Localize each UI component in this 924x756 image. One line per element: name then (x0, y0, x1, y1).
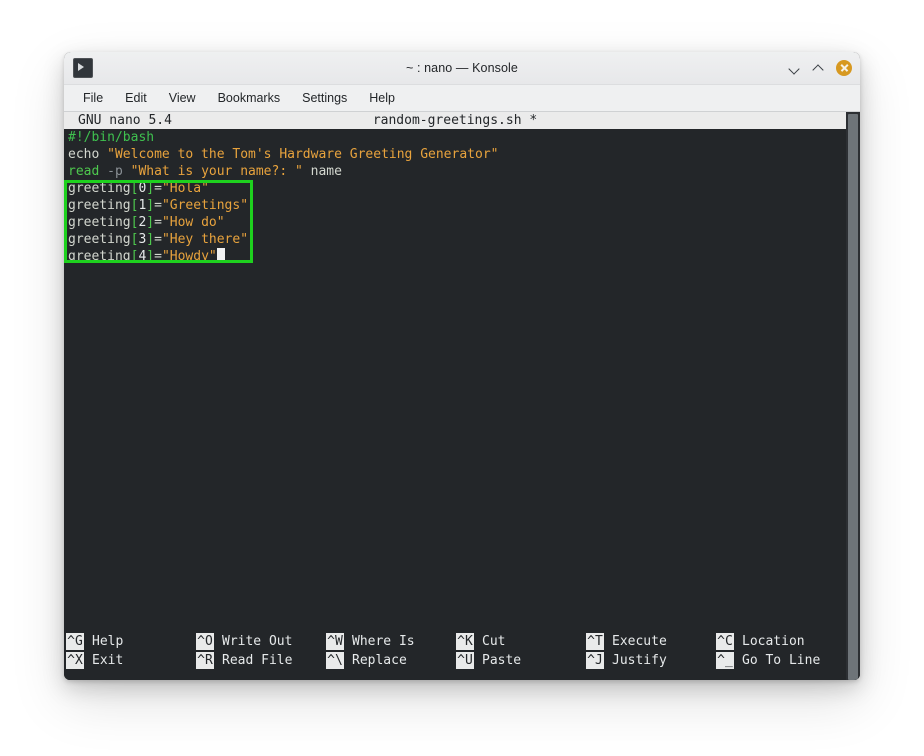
code-token: greeting (68, 232, 131, 247)
shortcut-key: ^G (66, 633, 84, 650)
shortcut-label: Execute (612, 634, 667, 649)
code-token: = (154, 181, 162, 196)
shortcut-key: ^O (196, 633, 214, 650)
code-token: greeting (68, 181, 131, 196)
shortcut-label: Go To Line (742, 653, 821, 668)
code-token: greeting (68, 249, 131, 264)
shortcut-key: ^X (66, 652, 84, 669)
shortcut-replace[interactable]: ^\ Replace (326, 651, 456, 670)
shortcut-go-to-line[interactable]: ^_ Go To Line (716, 651, 846, 670)
window-controls (788, 52, 852, 84)
shortcut-key: ^K (456, 633, 474, 650)
shortcut-where-is[interactable]: ^W Where Is (326, 632, 456, 651)
shortcut-key: ^J (586, 652, 604, 669)
screenshot-root: ~ : nano — Konsole File Edit View Bookma… (0, 0, 924, 756)
shortcut-label: Justify (612, 653, 667, 668)
shortcut-key: ^W (326, 633, 344, 650)
code-token: = (154, 232, 162, 247)
code-token: ] (146, 232, 155, 247)
scrollbar-thumb[interactable] (848, 114, 858, 680)
menu-item-view[interactable]: View (158, 88, 207, 108)
shortcut-label: Location (742, 634, 805, 649)
shortcut-label: Where Is (352, 634, 415, 649)
code-token: = (154, 249, 162, 264)
shortcut-exit[interactable]: ^X Exit (66, 651, 196, 670)
terminal-content[interactable]: GNU nano 5.4 random-greetings.sh * #!/bi… (64, 112, 860, 680)
code-line-greeting-1[interactable]: greeting[1]="Greetings" (66, 197, 860, 214)
code-token: name (302, 164, 342, 179)
shortcut-row-primary: ^G Help ^O Write Out ^W Where Is ^K Cut ^T Execut… (64, 632, 860, 651)
code-token: ] (146, 198, 155, 213)
code-line-read-name[interactable]: read -p "What is your name?: " name (66, 163, 860, 180)
code-token: "Greetings" (161, 198, 249, 213)
code-token: #!/bin/bash (68, 130, 155, 145)
code-token: "Welcome to the Tom's Hardware Greeting … (107, 147, 499, 162)
shortcut-cut[interactable]: ^K Cut (456, 632, 586, 651)
code-line-shebang[interactable]: #!/bin/bash (66, 129, 860, 146)
code-token: ] (146, 249, 155, 264)
shortcut-key: ^_ (716, 652, 734, 669)
code-token: "Howdy" (161, 249, 217, 264)
shortcut-read-file[interactable]: ^R Read File (196, 651, 326, 670)
shortcut-key: ^R (196, 652, 214, 669)
shortcut-key: ^C (716, 633, 734, 650)
text-cursor (216, 248, 225, 263)
code-token: greeting (68, 215, 131, 230)
shortcut-label: Replace (352, 653, 407, 668)
shortcut-label: Help (92, 634, 124, 649)
shortcut-paste[interactable]: ^U Paste (456, 651, 586, 670)
shortcut-execute[interactable]: ^T Execute (586, 632, 716, 651)
shortcut-label: Read File (222, 653, 293, 668)
code-token: "How do" (161, 215, 225, 230)
nano-header-bar: GNU nano 5.4 random-greetings.sh * (64, 112, 846, 129)
close-button[interactable] (836, 60, 852, 76)
menubar: File Edit View Bookmarks Settings Help (64, 85, 860, 112)
code-token: "What is your name?: " (130, 164, 303, 179)
code-line-greeting-3[interactable]: greeting[3]="Hey there" (66, 231, 860, 248)
shortcut-key: ^\ (326, 652, 344, 669)
code-token: read (68, 164, 100, 179)
shortcut-row-secondary: ^X Exit ^R Read File ^\ Replace ^U Paste ^J Justi… (64, 651, 860, 670)
code-token: greeting (68, 198, 131, 213)
code-token: echo (68, 147, 108, 162)
nano-editor-buffer[interactable]: #!/bin/bash echo "Welcome to the Tom's Ha… (64, 129, 860, 265)
menu-item-edit[interactable]: Edit (114, 88, 158, 108)
code-line-echo-welcome[interactable]: echo "Welcome to the Tom's Hardware Gree… (66, 146, 860, 163)
window-titlebar[interactable]: ~ : nano — Konsole (64, 52, 860, 85)
shortcut-write-out[interactable]: ^O Write Out (196, 632, 326, 651)
menu-item-file[interactable]: File (72, 88, 114, 108)
code-line-greeting-0[interactable]: greeting[0]="Hola" (66, 180, 860, 197)
code-token: "Hey there" (161, 232, 249, 247)
shortcut-label: Paste (482, 653, 522, 668)
shortcut-label: Cut (482, 634, 506, 649)
konsole-window: ~ : nano — Konsole File Edit View Bookma… (64, 52, 860, 680)
maximize-chevron-icon[interactable] (812, 62, 825, 75)
shortcut-key: ^U (456, 652, 474, 669)
terminal-prompt-icon (73, 58, 93, 78)
code-token: = (154, 215, 162, 230)
code-token: -p (99, 164, 131, 179)
shortcut-label: Exit (92, 653, 124, 668)
menu-item-settings[interactable]: Settings (291, 88, 358, 108)
code-line-greeting-4[interactable]: greeting[4]="Howdy" (66, 248, 860, 265)
shortcut-location[interactable]: ^C Location (716, 632, 846, 651)
shortcut-label: Write Out (222, 634, 293, 649)
shortcut-help[interactable]: ^G Help (66, 632, 196, 651)
shortcut-justify[interactable]: ^J Justify (586, 651, 716, 670)
code-token: ] (146, 215, 155, 230)
code-line-greeting-2[interactable]: greeting[2]="How do" (66, 214, 860, 231)
nano-shortcut-bar: ^G Help ^O Write Out ^W Where Is ^K Cut ^T Execut… (64, 632, 860, 670)
terminal-scrollbar[interactable] (846, 112, 860, 680)
menu-item-bookmarks[interactable]: Bookmarks (207, 88, 292, 108)
shortcut-key: ^T (586, 633, 604, 650)
minimize-chevron-icon[interactable] (788, 62, 801, 75)
window-title: ~ : nano — Konsole (406, 61, 518, 75)
code-token: ] (146, 181, 155, 196)
nano-filename-label: random-greetings.sh * (372, 113, 538, 128)
menu-item-help[interactable]: Help (358, 88, 406, 108)
code-token: "Hola" (161, 181, 209, 196)
code-token: = (154, 198, 162, 213)
